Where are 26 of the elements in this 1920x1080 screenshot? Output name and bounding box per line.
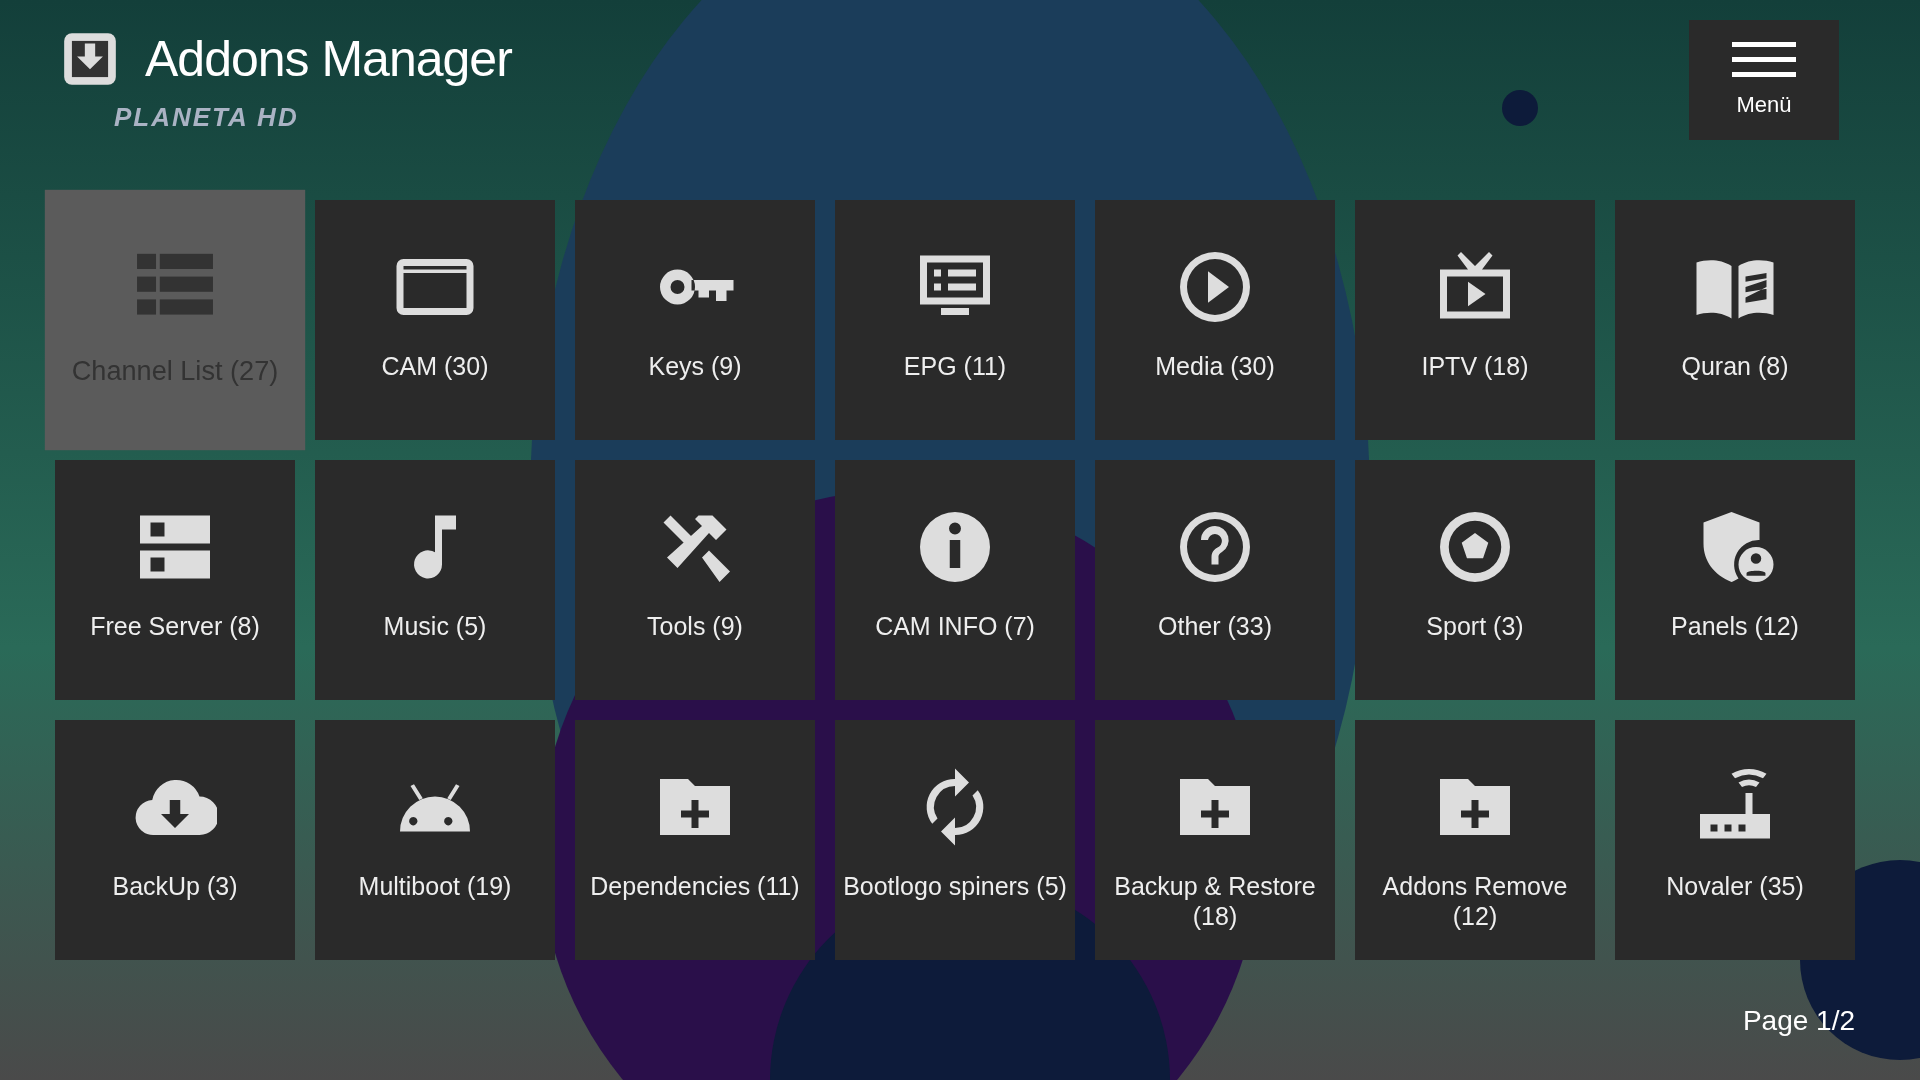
logo-text: PLANETA HD	[114, 101, 300, 134]
category-tile[interactable]: CAM INFO (7)	[835, 460, 1075, 700]
category-tile[interactable]: Quran (8)	[1615, 200, 1855, 440]
category-tile[interactable]: CAM (30)	[315, 200, 555, 440]
category-tile[interactable]: Tools (9)	[575, 460, 815, 700]
category-tile[interactable]: Backup & Restore (18)	[1095, 720, 1335, 960]
category-tile[interactable]: EPG (11)	[835, 200, 1075, 440]
category-tile[interactable]: Media (30)	[1095, 200, 1335, 440]
category-tile[interactable]: Panels (12)	[1615, 460, 1855, 700]
category-tile[interactable]: Keys (9)	[575, 200, 815, 440]
category-tile[interactable]: Free Server (8)	[55, 460, 295, 700]
menu-button[interactable]: Menü	[1689, 20, 1839, 140]
category-tile[interactable]: Dependencies (11)	[575, 720, 815, 960]
menu-icon	[1732, 39, 1796, 80]
category-tile[interactable]: Multiboot (19)	[315, 720, 555, 960]
category-tile[interactable]: Bootlogo spiners (5)	[835, 720, 1075, 960]
app-title: Addons Manager	[145, 34, 512, 84]
category-tile[interactable]: Novaler (35)	[1615, 720, 1855, 960]
category-tile[interactable]: IPTV (18)	[1355, 200, 1595, 440]
background-dot	[1502, 90, 1538, 126]
category-tile[interactable]: Sport (3)	[1355, 460, 1595, 700]
category-tile[interactable]: BackUp (3)	[55, 720, 295, 960]
category-tile[interactable]: Other (33)	[1095, 460, 1335, 700]
page-indicator: Page 1/2	[1742, 1004, 1855, 1038]
category-tile[interactable]: Music (5)	[315, 460, 555, 700]
category-tile[interactable]: Addons Remove (12)	[1355, 720, 1595, 960]
